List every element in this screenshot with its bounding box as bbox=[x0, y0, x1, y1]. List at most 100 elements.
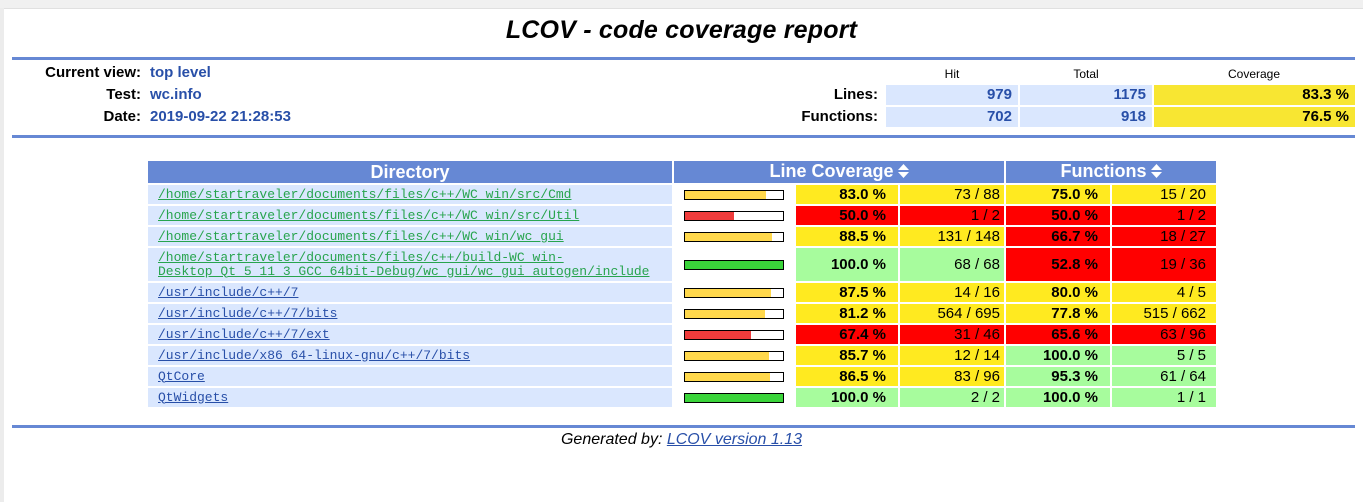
coverage-bar bbox=[684, 329, 784, 340]
current-view-label: Current view: bbox=[45, 64, 141, 81]
directory-link[interactable]: QtCore bbox=[158, 369, 205, 384]
function-coverage-percent: 100.0 % bbox=[1006, 346, 1110, 365]
directory-cell: /home/startraveler/documents/files/c++/W… bbox=[148, 227, 672, 246]
coverage-bar-cell bbox=[674, 185, 794, 204]
function-coverage-count: 1 / 1 bbox=[1112, 388, 1216, 407]
table-row: /usr/include/x86_64-linux-gnu/c++/7/bits… bbox=[148, 346, 1216, 365]
directory-link[interactable]: /usr/include/c++/7/bits bbox=[158, 306, 337, 321]
coverage-bar-fill bbox=[685, 260, 783, 269]
coverage-bar bbox=[684, 210, 784, 221]
directory-cell: /home/startraveler/documents/files/c++/b… bbox=[148, 248, 672, 281]
directory-cell: QtCore bbox=[148, 367, 672, 386]
date-value: 2019-09-22 21:28:53 bbox=[150, 108, 291, 125]
directory-link[interactable]: /usr/include/c++/7 bbox=[158, 285, 298, 300]
header-rule-top bbox=[12, 57, 1355, 60]
function-coverage-count: 1 / 2 bbox=[1112, 206, 1216, 225]
table-row: QtWidgets 100.0 % 2 / 2 100.0 % 1 / 1 bbox=[148, 388, 1216, 407]
function-coverage-percent: 50.0 % bbox=[1006, 206, 1110, 225]
line-coverage-count: 14 / 16 bbox=[900, 283, 1004, 302]
directory-link[interactable]: /home/startraveler/documents/files/c++/W… bbox=[158, 229, 564, 244]
sort-icon[interactable] bbox=[897, 162, 909, 183]
table-row: /home/startraveler/documents/files/c++/b… bbox=[148, 248, 1216, 281]
function-coverage-count: 4 / 5 bbox=[1112, 283, 1216, 302]
coverage-bar bbox=[684, 287, 784, 298]
col-line-coverage-label: Line Coverage bbox=[769, 161, 894, 182]
line-coverage-count: 2 / 2 bbox=[900, 388, 1004, 407]
sort-icon[interactable] bbox=[1150, 162, 1162, 183]
line-coverage-percent: 67.4 % bbox=[796, 325, 898, 344]
function-coverage-count: 5 / 5 bbox=[1112, 346, 1216, 365]
summary-col-coverage: Coverage bbox=[1227, 67, 1281, 81]
top-strip bbox=[0, 0, 1363, 9]
table-row: /home/startraveler/documents/files/c++/W… bbox=[148, 206, 1216, 225]
table-row: /usr/include/c++/7/ext 67.4 % 31 / 46 65.6 … bbox=[148, 325, 1216, 344]
coverage-bar-cell bbox=[674, 325, 794, 344]
summary-lines-label: Lines: bbox=[833, 86, 878, 103]
directory-cell: /usr/include/c++/7/ext bbox=[148, 325, 672, 344]
summary-functions-label: Functions: bbox=[801, 108, 878, 125]
coverage-bar bbox=[684, 259, 784, 270]
function-coverage-percent: 65.6 % bbox=[1006, 325, 1110, 344]
summary-lines-total: 1175 bbox=[1020, 85, 1152, 105]
directory-link[interactable]: /usr/include/x86_64-linux-gnu/c++/7/bits bbox=[158, 348, 470, 363]
function-coverage-count: 63 / 96 bbox=[1112, 325, 1216, 344]
col-directory-header: Directory bbox=[148, 161, 672, 183]
line-coverage-percent: 83.0 % bbox=[796, 185, 898, 204]
function-coverage-count: 18 / 27 bbox=[1112, 227, 1216, 246]
function-coverage-count: 15 / 20 bbox=[1112, 185, 1216, 204]
directory-link[interactable]: /home/startraveler/documents/files/c++/W… bbox=[158, 208, 579, 223]
col-functions-header[interactable]: Functions bbox=[1006, 161, 1216, 183]
function-coverage-count: 61 / 64 bbox=[1112, 367, 1216, 386]
coverage-bar bbox=[684, 231, 784, 242]
coverage-bar-cell bbox=[674, 206, 794, 225]
coverage-bar bbox=[684, 308, 784, 319]
line-coverage-count: 131 / 148 bbox=[900, 227, 1004, 246]
coverage-bar-fill bbox=[685, 393, 783, 402]
directory-link[interactable]: QtWidgets bbox=[158, 390, 228, 405]
directory-link[interactable]: /home/startraveler/documents/files/c++/b… bbox=[158, 250, 649, 279]
line-coverage-count: 31 / 46 bbox=[900, 325, 1004, 344]
line-coverage-count: 73 / 88 bbox=[900, 185, 1004, 204]
directory-cell: /home/startraveler/documents/files/c++/W… bbox=[148, 206, 672, 225]
table-row: /usr/include/c++/7/bits 81.2 % 564 / 695 77… bbox=[148, 304, 1216, 323]
line-coverage-percent: 88.5 % bbox=[796, 227, 898, 246]
directory-cell: /usr/include/c++/7/bits bbox=[148, 304, 672, 323]
footer-prefix: Generated by: bbox=[560, 431, 667, 448]
col-line-coverage-header[interactable]: Line Coverage bbox=[674, 161, 1004, 183]
page-title: LCOV - code coverage report bbox=[505, 16, 858, 44]
coverage-bar-fill bbox=[685, 288, 771, 297]
coverage-bar-cell bbox=[674, 304, 794, 323]
footer-rule bbox=[12, 425, 1355, 428]
left-edge bbox=[0, 8, 4, 502]
lcov-version-link[interactable]: LCOV version 1.13 bbox=[667, 431, 802, 448]
function-coverage-percent: 80.0 % bbox=[1006, 283, 1110, 302]
coverage-bar-fill bbox=[685, 190, 767, 199]
header-rule-bottom bbox=[12, 135, 1355, 138]
line-coverage-percent: 100.0 % bbox=[796, 248, 898, 281]
directory-link[interactable]: /home/startraveler/documents/files/c++/W… bbox=[158, 187, 571, 202]
table-row: /usr/include/c++/7 87.5 % 14 / 16 80.0 % 4 /… bbox=[148, 283, 1216, 302]
line-coverage-count: 68 / 68 bbox=[900, 248, 1004, 281]
directory-link[interactable]: /usr/include/c++/7/ext bbox=[158, 327, 330, 342]
summary-col-total: Total bbox=[1073, 67, 1099, 81]
line-coverage-count: 12 / 14 bbox=[900, 346, 1004, 365]
current-view-value: top level bbox=[150, 64, 211, 81]
function-coverage-percent: 66.7 % bbox=[1006, 227, 1110, 246]
function-coverage-count: 19 / 36 bbox=[1112, 248, 1216, 281]
directory-cell: /usr/include/c++/7 bbox=[148, 283, 672, 302]
line-coverage-percent: 87.5 % bbox=[796, 283, 898, 302]
coverage-bar-cell bbox=[674, 227, 794, 246]
coverage-bar-fill bbox=[685, 232, 772, 241]
coverage-bar-cell bbox=[674, 388, 794, 407]
line-coverage-percent: 50.0 % bbox=[796, 206, 898, 225]
line-coverage-count: 83 / 96 bbox=[900, 367, 1004, 386]
summary-lines-hit: 979 bbox=[886, 85, 1018, 105]
line-coverage-count: 564 / 695 bbox=[900, 304, 1004, 323]
summary-functions-total: 918 bbox=[1020, 107, 1152, 127]
coverage-bar bbox=[684, 371, 784, 382]
table-row: /home/startraveler/documents/files/c++/W… bbox=[148, 185, 1216, 204]
col-functions-label: Functions bbox=[1060, 161, 1147, 182]
coverage-bar-cell bbox=[674, 283, 794, 302]
coverage-bar bbox=[684, 189, 784, 200]
line-coverage-count: 1 / 2 bbox=[900, 206, 1004, 225]
